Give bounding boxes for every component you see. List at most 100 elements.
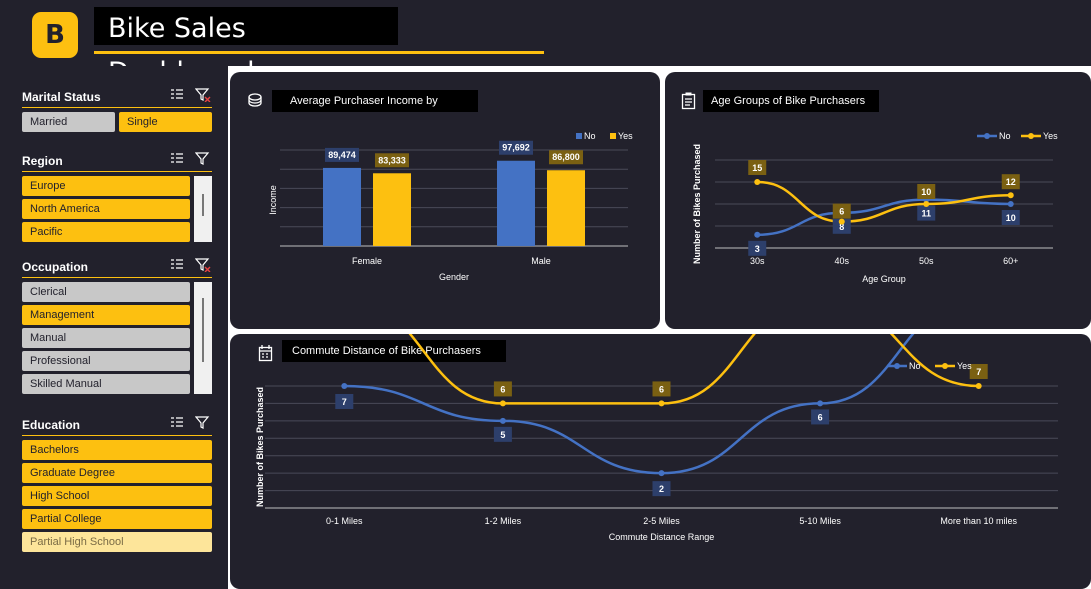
legend-label: No (584, 131, 596, 141)
slicer-item-manual[interactable]: Manual (22, 328, 190, 348)
multi-select-icon[interactable] (168, 416, 186, 433)
clear-filter-icon[interactable] (194, 152, 212, 169)
slicer-title: Region (22, 153, 63, 168)
x-tick-label: 40s (834, 256, 849, 266)
y-axis-label: Income (268, 185, 278, 215)
data-point-no (754, 231, 761, 238)
data-point-yes (838, 218, 845, 225)
panel-commute: Commute Distance of Bike Purchasers 0-1 … (230, 334, 1091, 589)
slicer-region: Region Europe North America Pacific (22, 150, 212, 245)
slicer-item-skilled-manual[interactable]: Skilled Manual (22, 374, 190, 394)
bar-yes (547, 170, 585, 246)
data-label: 2 (659, 484, 664, 494)
slicer-item-bachelors[interactable]: Bachelors (22, 440, 212, 460)
x-tick-label: Male (531, 256, 551, 266)
data-label: 83,333 (378, 155, 406, 165)
slicer-marital-status: Marital Status Married Single (22, 86, 212, 135)
top-bar: B Bike Sales Dashboard (0, 0, 1091, 88)
x-tick-label: 50s (919, 256, 934, 266)
panel-income: Average Purchaser Income by Female 89,474… (230, 72, 660, 329)
slicer-item-europe[interactable]: Europe (22, 176, 190, 196)
legend-swatch-no (576, 133, 582, 139)
data-label: 7 (342, 397, 347, 407)
data-label: 6 (659, 384, 664, 394)
slicer-item-married[interactable]: Married (22, 112, 115, 132)
data-point-yes (658, 400, 665, 407)
data-label: 6 (839, 207, 844, 217)
clear-filter-icon[interactable] (194, 416, 212, 433)
age-chart: 30s 40s 50s 60+3811 101561012Age GroupNumber… (692, 131, 1058, 284)
legend-swatch-yes (610, 133, 616, 139)
x-tick-label: Female (352, 256, 382, 266)
data-label: 12 (1006, 177, 1016, 187)
sidebar: Marital Status Married Single Region Euro… (0, 66, 228, 589)
panel-age: Age Groups of Bike Purchasers 30s 40s 50s 6… (665, 72, 1091, 329)
data-label: 97,692 (502, 143, 530, 153)
income-chart: Female 89,474 83,333 Male 97,692 86,800 Gender… (268, 131, 633, 282)
data-point-yes (923, 201, 930, 207)
slicer-item-high-school[interactable]: High School (22, 486, 212, 506)
slicer-item-management[interactable]: Management (22, 305, 190, 325)
slicer-item-single[interactable]: Single (119, 112, 212, 132)
x-tick-label: 30s (750, 256, 765, 266)
x-tick-label: 5-10 Miles (799, 516, 841, 526)
bar-no (323, 167, 361, 246)
data-label: 3 (755, 244, 760, 254)
slicer-title: Occupation (22, 259, 89, 274)
title-underline (94, 51, 544, 54)
legend-label: No (999, 131, 1011, 141)
x-tick-label: 2-5 Miles (643, 516, 680, 526)
multi-select-icon[interactable] (168, 152, 186, 169)
data-point-no (1007, 201, 1014, 207)
data-point-no (341, 383, 348, 389)
data-point-no (658, 470, 665, 477)
bar-no (497, 160, 535, 246)
data-point-no (499, 417, 506, 424)
data-label: 5 (500, 430, 505, 440)
region-scrollbar[interactable] (194, 176, 212, 242)
multi-select-icon[interactable] (168, 258, 186, 275)
legend-marker (942, 363, 948, 369)
x-axis-label: Gender (439, 272, 469, 282)
slicer-title: Marital Status (22, 89, 101, 104)
data-point-yes (975, 383, 982, 389)
legend-marker (1028, 133, 1034, 139)
x-tick-label: 0-1 Miles (326, 516, 363, 526)
data-label: 6 (818, 412, 823, 422)
data-label: 7 (976, 367, 981, 377)
data-label: 6 (500, 384, 505, 394)
legend-label: Yes (957, 361, 972, 371)
slicer-item-partial-high-school[interactable]: Partial High School (22, 532, 212, 552)
x-tick-label: 60+ (1003, 256, 1018, 266)
series-line-no (757, 198, 1011, 237)
data-point-yes (1007, 192, 1014, 199)
legend-marker (984, 133, 990, 139)
legend-label: No (909, 361, 921, 371)
slicer-item-graduate-degree[interactable]: Graduate Degree (22, 463, 212, 483)
clear-filter-icon[interactable] (194, 258, 212, 275)
multi-select-icon[interactable] (168, 88, 186, 105)
data-label: 89,474 (328, 150, 356, 160)
data-label: 86,800 (552, 152, 580, 162)
slicer-title: Education (22, 417, 81, 432)
slicer-item-pacific[interactable]: Pacific (22, 222, 190, 242)
slicer-item-partial-college[interactable]: Partial College (22, 509, 212, 529)
y-axis-label: Number of Bikes Purchased (692, 144, 702, 264)
clear-filter-icon[interactable] (194, 88, 212, 105)
slicer-occupation: Occupation Clerical Management Manual Profe… (22, 256, 212, 397)
commute-chart: 0-1 Miles 1-2 Miles 2-5 Miles 5-10 Miles Mor… (255, 334, 1058, 542)
slicer-item-north-america[interactable]: North America (22, 199, 190, 219)
legend-label: Yes (618, 131, 633, 141)
data-point-yes (754, 179, 761, 185)
x-axis-label: Age Group (862, 274, 906, 284)
data-point-yes (499, 400, 506, 407)
x-tick-label: More than 10 miles (940, 516, 1017, 526)
slicer-item-clerical[interactable]: Clerical (22, 282, 190, 302)
y-axis-label: Number of Bikes Purchased (255, 387, 265, 507)
data-label: 11 (921, 209, 931, 219)
occupation-scrollbar[interactable] (194, 282, 212, 394)
slicer-item-professional[interactable]: Professional (22, 351, 190, 371)
x-tick-label: 1-2 Miles (485, 516, 522, 526)
legend-label: Yes (1043, 131, 1058, 141)
data-label: 15 (752, 163, 762, 173)
